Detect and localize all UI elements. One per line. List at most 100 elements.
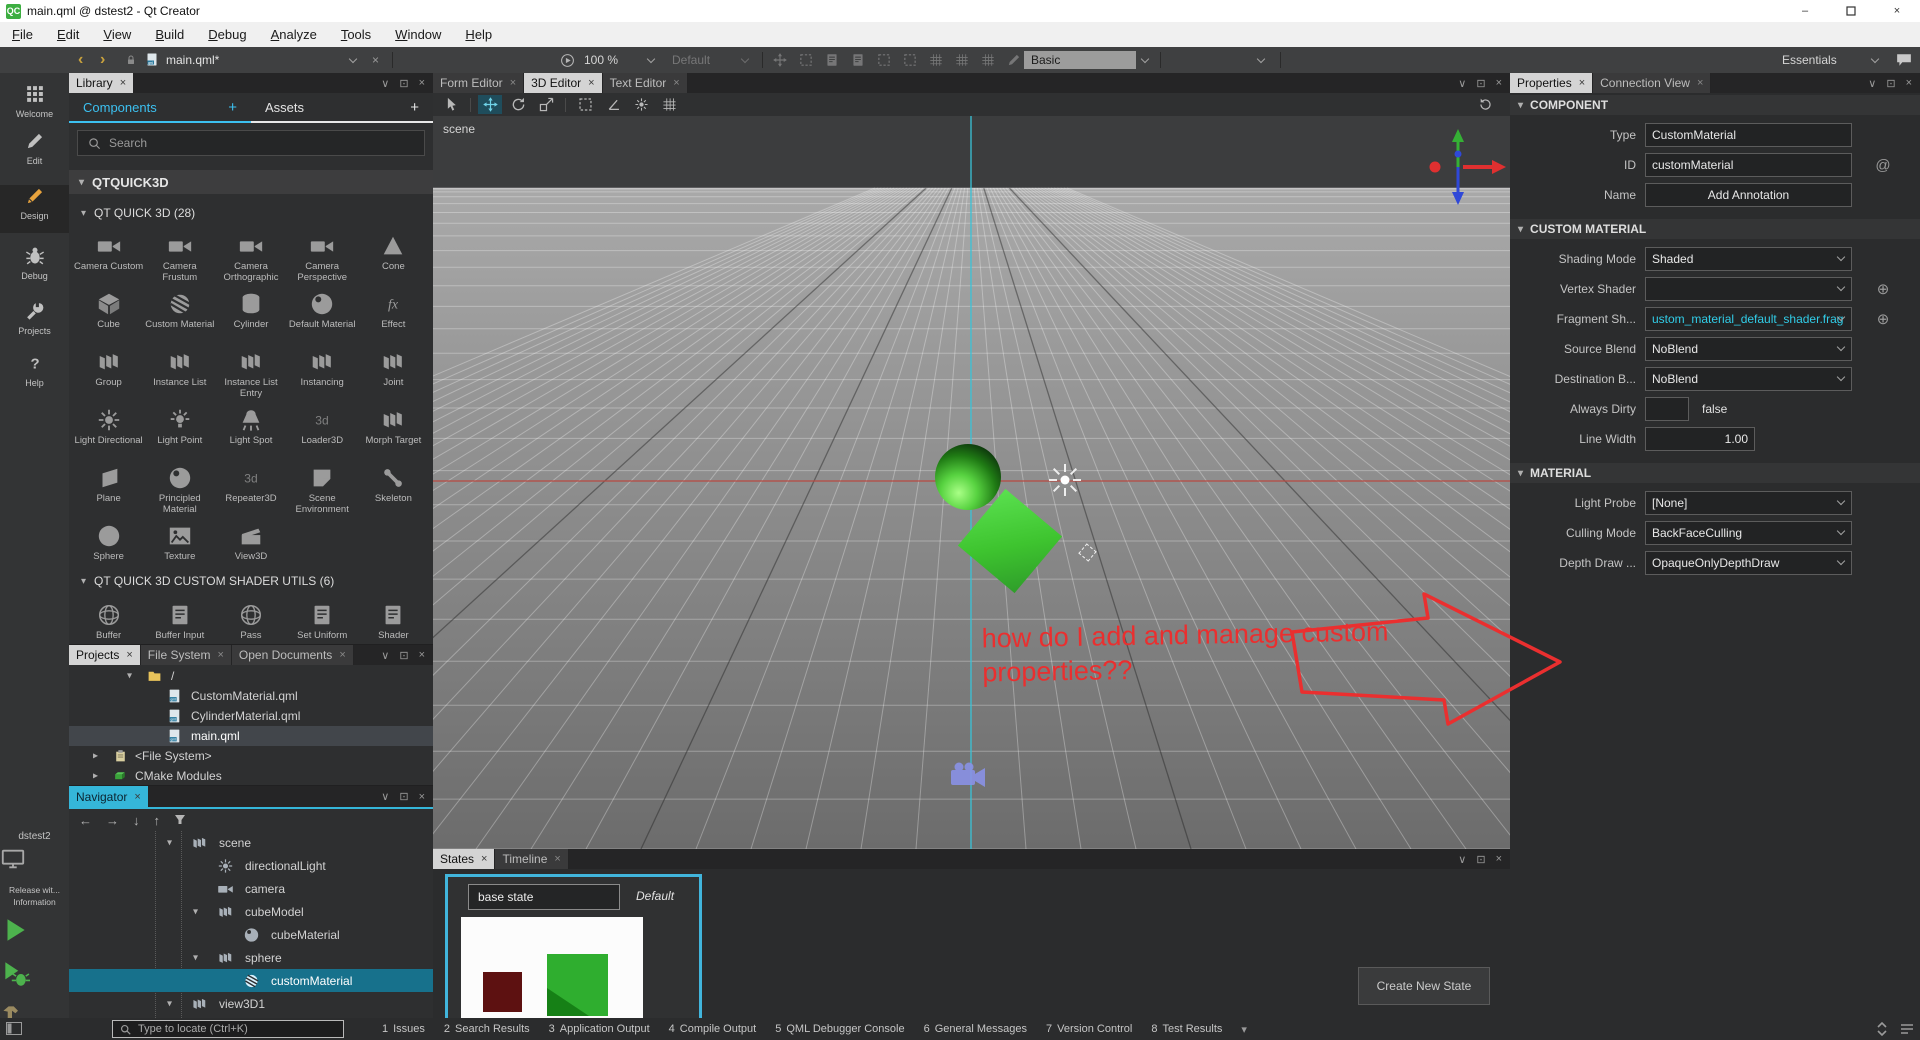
component-scene-environment[interactable]: Scene Environment (287, 463, 358, 517)
preset-dropdown-icon[interactable] (1142, 47, 1148, 73)
tab-close-icon[interactable]: × (481, 853, 487, 865)
component-light-spot[interactable]: Light Spot (215, 405, 286, 459)
toolbar-rows-icon[interactable] (954, 52, 970, 68)
debug-run-button[interactable] (0, 959, 69, 989)
projects-tab-open-documents[interactable]: Open Documents× (232, 645, 354, 665)
dropdown-chevron-icon[interactable] (1837, 557, 1845, 565)
component-camera-custom[interactable]: Camera Custom (73, 231, 144, 285)
component-plane[interactable]: Plane (73, 463, 144, 517)
locator-input[interactable]: Type to locate (Ctrl+K) (112, 1020, 344, 1038)
menu-analyze[interactable]: Analyze (259, 22, 329, 47)
kit-selector[interactable] (0, 846, 69, 872)
section-material[interactable]: ▾MATERIAL (1510, 463, 1920, 483)
style-selector[interactable]: Default (672, 47, 710, 73)
component-set-uniform[interactable]: Set Uniform (287, 600, 358, 645)
form-preset-selector[interactable]: Basic (1024, 51, 1136, 69)
dropdown-chevron-icon[interactable] (1837, 283, 1845, 291)
tab-close-icon[interactable]: × (554, 853, 560, 865)
add-shader-icon[interactable]: ⊕ (1870, 277, 1896, 301)
pane-menu-icon[interactable]: ∨ (381, 790, 389, 803)
component-morph-target[interactable]: Morph Target (358, 405, 429, 459)
field-type[interactable]: CustomMaterial (1645, 123, 1852, 147)
component-camera-orthographic[interactable]: Camera Orthographic (215, 231, 286, 285)
mode-design[interactable]: Design (0, 185, 69, 233)
menu-file[interactable]: File (0, 22, 45, 47)
dropdown-chevron-icon[interactable] (1837, 253, 1845, 261)
rotate-tool-icon[interactable] (506, 95, 530, 114)
export-id-icon[interactable]: @ (1870, 153, 1896, 177)
component-camera-frustum[interactable]: Camera Frustum (144, 231, 215, 285)
section-component[interactable]: ▾COMPONENT (1510, 95, 1920, 115)
project-item-cylindermaterial-qml[interactable]: qmlCylinderMaterial.qml (69, 706, 433, 726)
tab-close-icon[interactable]: × (1697, 77, 1703, 89)
menu-build[interactable]: Build (143, 22, 196, 47)
scale-tool-icon[interactable] (534, 95, 558, 114)
pane-menu-icon[interactable]: ∨ (1868, 77, 1876, 90)
forward-button[interactable]: › (100, 47, 105, 73)
pane-menu-icon[interactable]: ∨ (381, 77, 389, 90)
pane-float-icon[interactable]: ⊡ (399, 790, 408, 803)
output-pane-issues[interactable]: 1Issues (382, 1023, 425, 1035)
add-shader-icon[interactable]: ⊕ (1870, 307, 1896, 331)
component-instancing[interactable]: Instancing (287, 347, 358, 401)
fit-tool-icon[interactable] (573, 95, 597, 114)
grid-tool-icon[interactable] (657, 95, 681, 114)
pane-float-icon[interactable]: ⊡ (399, 649, 408, 662)
component-buffer[interactable]: Buffer (73, 600, 144, 645)
pane-close-icon[interactable]: × (419, 649, 425, 661)
pane-float-icon[interactable]: ⊡ (399, 77, 408, 90)
current-document[interactable]: main.qml* (166, 47, 219, 73)
pane-close-icon[interactable]: × (1906, 77, 1912, 89)
project-item-cmake-modules[interactable]: ▸CMake Modules (69, 766, 433, 785)
component-joint[interactable]: Joint (358, 347, 429, 401)
editor-tab-3d-editor[interactable]: 3D Editor× (524, 73, 602, 93)
tab-close-icon[interactable]: × (120, 77, 126, 89)
state-name-input[interactable]: base state (468, 884, 620, 910)
output-pane-search-results[interactable]: 2Search Results (444, 1023, 530, 1035)
dropdown-chevron-icon[interactable] (1837, 527, 1845, 535)
perspective-selector[interactable]: Essentials (1782, 47, 1837, 73)
menu-tools[interactable]: Tools (329, 22, 383, 47)
section-custom-material[interactable]: ▾CUSTOM MATERIAL (1510, 219, 1920, 239)
dropdown-chevron-icon[interactable] (1837, 373, 1845, 381)
wide-dropdown-icon[interactable] (1258, 47, 1264, 73)
mode-edit[interactable]: Edit (0, 130, 69, 178)
library-section-header[interactable]: ▾QT QUICK 3D CUSTOM SHADER UTILS (6) (69, 570, 433, 592)
properties-tab-connection-view[interactable]: Connection View× (1593, 73, 1711, 93)
component-shader[interactable]: Shader (358, 600, 429, 645)
expander-icon[interactable]: ▾ (167, 998, 172, 1009)
pane-close-icon[interactable]: × (1496, 77, 1502, 89)
tab-assets[interactable]: Assets + (251, 93, 433, 123)
mode-projects[interactable]: Projects (0, 300, 69, 348)
component-loader3d[interactable]: 3dLoader3D (287, 405, 358, 459)
align-tool-icon[interactable] (601, 95, 625, 114)
component-pass[interactable]: Pass (215, 600, 286, 645)
add-asset-button[interactable]: + (410, 99, 419, 116)
tab-close-icon[interactable]: × (126, 649, 132, 661)
navigator-item-camera[interactable]: camera (69, 877, 433, 900)
maximize-button[interactable] (1828, 0, 1874, 22)
menu-window[interactable]: Window (383, 22, 453, 47)
sidebar-toggle-icon[interactable] (6, 1022, 22, 1035)
project-item-[interactable]: ▾/ (69, 666, 433, 686)
document-dropdown-icon[interactable] (350, 47, 356, 73)
states-tab-states[interactable]: States× (433, 849, 495, 869)
run-button[interactable] (0, 915, 69, 945)
project-item-main-qml[interactable]: qmlmain.qml (69, 726, 433, 746)
perspective-dropdown-icon[interactable] (1872, 47, 1878, 73)
toolbar-rect-icon[interactable] (876, 52, 892, 68)
menu-edit[interactable]: Edit (45, 22, 91, 47)
feedback-icon[interactable] (1896, 47, 1912, 73)
nav-back-icon[interactable]: ← (79, 813, 92, 828)
component-light-point[interactable]: Light Point (144, 405, 215, 459)
projects-tab-file-system[interactable]: File System× (141, 645, 232, 665)
mode-debug[interactable]: Debug (0, 245, 69, 293)
pane-menu-icon[interactable]: ∨ (381, 649, 389, 662)
pane-float-icon[interactable]: ⊡ (1886, 77, 1895, 90)
3d-viewport[interactable]: scene (433, 116, 1510, 849)
library-section-header[interactable]: ▾QT QUICK 3D (28) (69, 202, 433, 224)
expander-icon[interactable]: ▸ (93, 771, 98, 782)
expander-icon[interactable]: ▾ (167, 837, 172, 848)
navigator-item-view3d1[interactable]: ▾view3D1 (69, 992, 433, 1015)
pane-list-icon[interactable] (1900, 1023, 1914, 1035)
